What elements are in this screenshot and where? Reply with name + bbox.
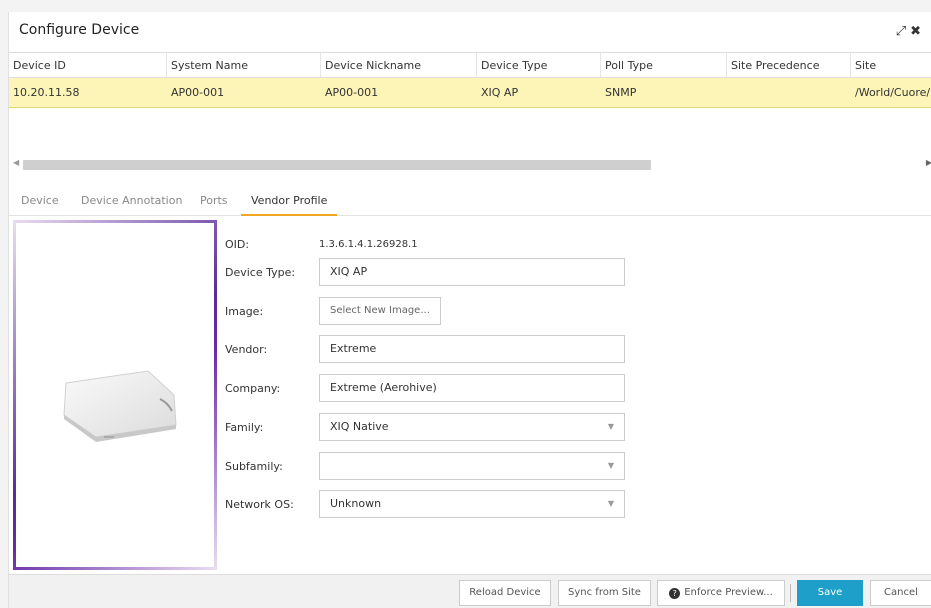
family-row: Family: XIQ Native ▼ (225, 413, 625, 441)
chevron-down-icon[interactable]: ▼ (608, 491, 614, 517)
sync-from-site-button[interactable]: Sync from Site (558, 580, 651, 606)
cell-device-id: 10.20.11.58 (13, 86, 80, 99)
tab-device-annotation[interactable]: Device Annotation (81, 194, 182, 216)
close-icon[interactable]: ✖ (910, 24, 925, 39)
network-os-label: Network OS: (225, 497, 294, 511)
cell-device-type: XIQ AP (481, 86, 519, 99)
scroll-left-icon[interactable]: ◀ (13, 158, 19, 167)
dialog-title: Configure Device (19, 22, 140, 38)
window-controls: ⤢✖ (896, 24, 925, 39)
column-header-site[interactable]: Site (851, 53, 931, 77)
button-separator (790, 584, 791, 602)
cell-device-nickname: AP00-001 (325, 86, 379, 99)
column-header-device-type[interactable]: Device Type (477, 53, 601, 77)
network-os-value: Unknown (330, 497, 382, 510)
cell-poll-type: SNMP (605, 86, 637, 99)
company-field[interactable]: Extreme (Aerohive) (319, 374, 625, 402)
vendor-label: Vendor: (225, 342, 268, 356)
tab-device[interactable]: Device (21, 194, 59, 216)
company-row: Company: Extreme (Aerohive) (225, 374, 625, 402)
oid-row: OID: 1.3.6.1.4.1.26928.1 (225, 230, 418, 258)
family-select[interactable]: XIQ Native ▼ (319, 413, 625, 441)
reload-device-button[interactable]: Reload Device (459, 580, 551, 606)
device-table: Device ID System Name Device Nickname De… (9, 52, 931, 108)
column-header-poll-type[interactable]: Poll Type (601, 53, 727, 77)
horizontal-scrollbar[interactable]: ◀ ▶ (9, 158, 931, 172)
family-label: Family: (225, 420, 264, 434)
table-header: Device ID System Name Device Nickname De… (9, 52, 931, 78)
oid-value: 1.3.6.1.4.1.26928.1 (319, 238, 418, 250)
save-button[interactable]: Save (797, 580, 863, 606)
cell-site: /World/Cuore/ (855, 86, 931, 99)
device-image-panel (13, 220, 217, 570)
cancel-button[interactable]: Cancel (870, 580, 931, 606)
column-header-device-id[interactable]: Device ID (9, 53, 167, 77)
cell-system-name: AP00-001 (171, 86, 225, 99)
table-row[interactable]: 10.20.11.58 AP00-001 AP00-001 XIQ AP SNM… (9, 78, 931, 108)
network-os-row: Network OS: Unknown ▼ (225, 490, 625, 518)
enforce-preview-label: Enforce Preview... (684, 587, 773, 598)
chevron-down-icon[interactable]: ▼ (608, 414, 614, 440)
tab-ports[interactable]: Ports (200, 194, 228, 216)
subfamily-row: Subfamily: ▼ (225, 452, 625, 480)
company-label: Company: (225, 381, 281, 395)
scrollbar-thumb[interactable] (23, 160, 651, 170)
column-header-system-name[interactable]: System Name (167, 53, 321, 77)
access-point-image (63, 370, 177, 442)
help-icon: ? (669, 588, 681, 599)
column-header-site-precedence[interactable]: Site Precedence (727, 53, 851, 77)
subfamily-select[interactable]: ▼ (319, 452, 625, 480)
device-type-field[interactable]: XIQ AP (319, 258, 625, 286)
tab-vendor-profile[interactable]: Vendor Profile (241, 194, 338, 216)
image-row: Image: Select New Image... (225, 297, 441, 325)
device-type-row: Device Type: XIQ AP (225, 258, 625, 286)
subfamily-label: Subfamily: (225, 459, 283, 473)
family-value: XIQ Native (330, 420, 389, 433)
dialog-footer: Reload Device Sync from Site ? Enforce Pr… (9, 574, 931, 608)
enforce-preview-button[interactable]: ? Enforce Preview... (657, 580, 785, 606)
vendor-field[interactable]: Extreme (319, 335, 625, 363)
network-os-select[interactable]: Unknown ▼ (319, 490, 625, 518)
device-type-label: Device Type: (225, 265, 296, 279)
column-header-device-nickname[interactable]: Device Nickname (321, 53, 477, 77)
configure-device-dialog: Configure Device ⤢✖ Device ID System Nam… (8, 12, 931, 608)
vendor-row: Vendor: Extreme (225, 335, 625, 363)
image-label: Image: (225, 304, 264, 318)
expand-icon[interactable]: ⤢ (896, 24, 910, 39)
title-bar: Configure Device ⤢✖ (9, 12, 931, 52)
scroll-right-icon[interactable]: ▶ (926, 158, 931, 167)
chevron-down-icon[interactable]: ▼ (608, 453, 614, 479)
oid-label: OID: (225, 237, 250, 251)
tab-bar: Device Device Annotation Ports Vendor Pr… (9, 188, 931, 216)
select-new-image-button[interactable]: Select New Image... (319, 297, 441, 325)
